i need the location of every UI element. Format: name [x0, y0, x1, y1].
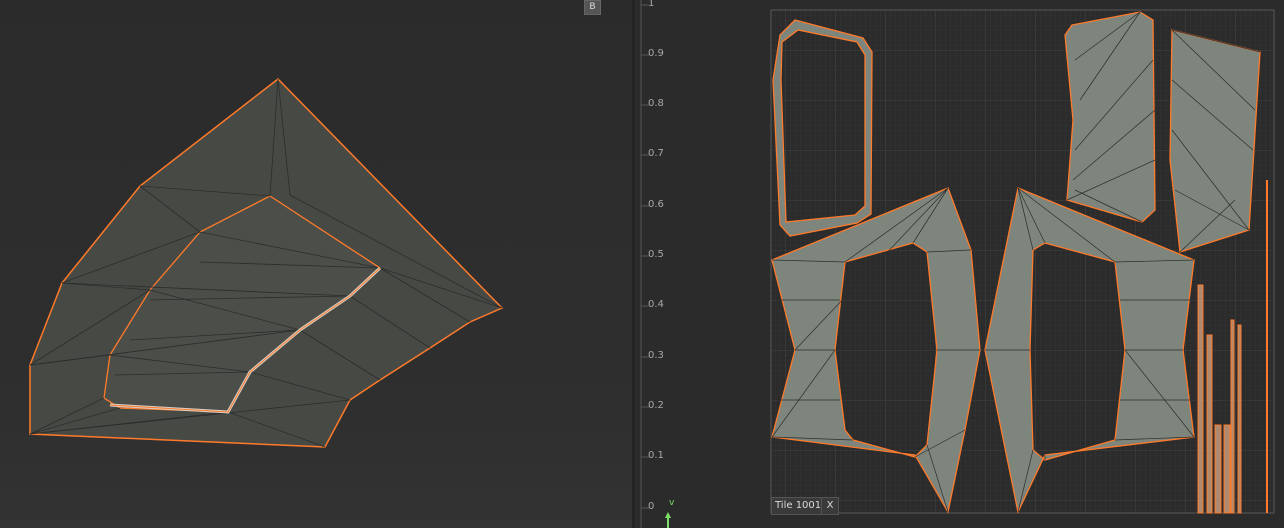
ruler-label: 0.4 — [648, 299, 664, 310]
tile-close-button[interactable]: X — [821, 497, 839, 515]
ruler-label: 0.3 — [648, 350, 664, 361]
3d-viewport[interactable]: B — [0, 0, 632, 528]
ruler-label: 0.1 — [648, 450, 664, 461]
ruler-label: 1 — [648, 0, 655, 9]
ruler-label: 0.8 — [648, 98, 664, 109]
ruler-label: 0.2 — [648, 400, 664, 411]
uv-editor[interactable]: 1 0.9 0.8 0.7 0.6 0.5 0.4 0.3 0.2 0.1 0 … — [635, 0, 1284, 528]
ruler-label: 0.7 — [648, 148, 664, 159]
tile-label: Tile 1001 — [771, 497, 826, 515]
ruler-label: 0.6 — [648, 199, 664, 210]
ruler-label: 0.9 — [648, 48, 664, 59]
uv-shell-top-center[interactable] — [1064, 11, 1156, 223]
v-axis-arrowhead — [665, 512, 671, 518]
uv-canvas[interactable] — [635, 0, 1284, 528]
v-axis-label: v — [669, 498, 675, 508]
ruler-label: 0.5 — [648, 249, 664, 260]
ruler-label: 0 — [648, 501, 655, 512]
mesh-3d[interactable] — [0, 0, 632, 528]
view-badge[interactable]: B — [584, 0, 601, 15]
